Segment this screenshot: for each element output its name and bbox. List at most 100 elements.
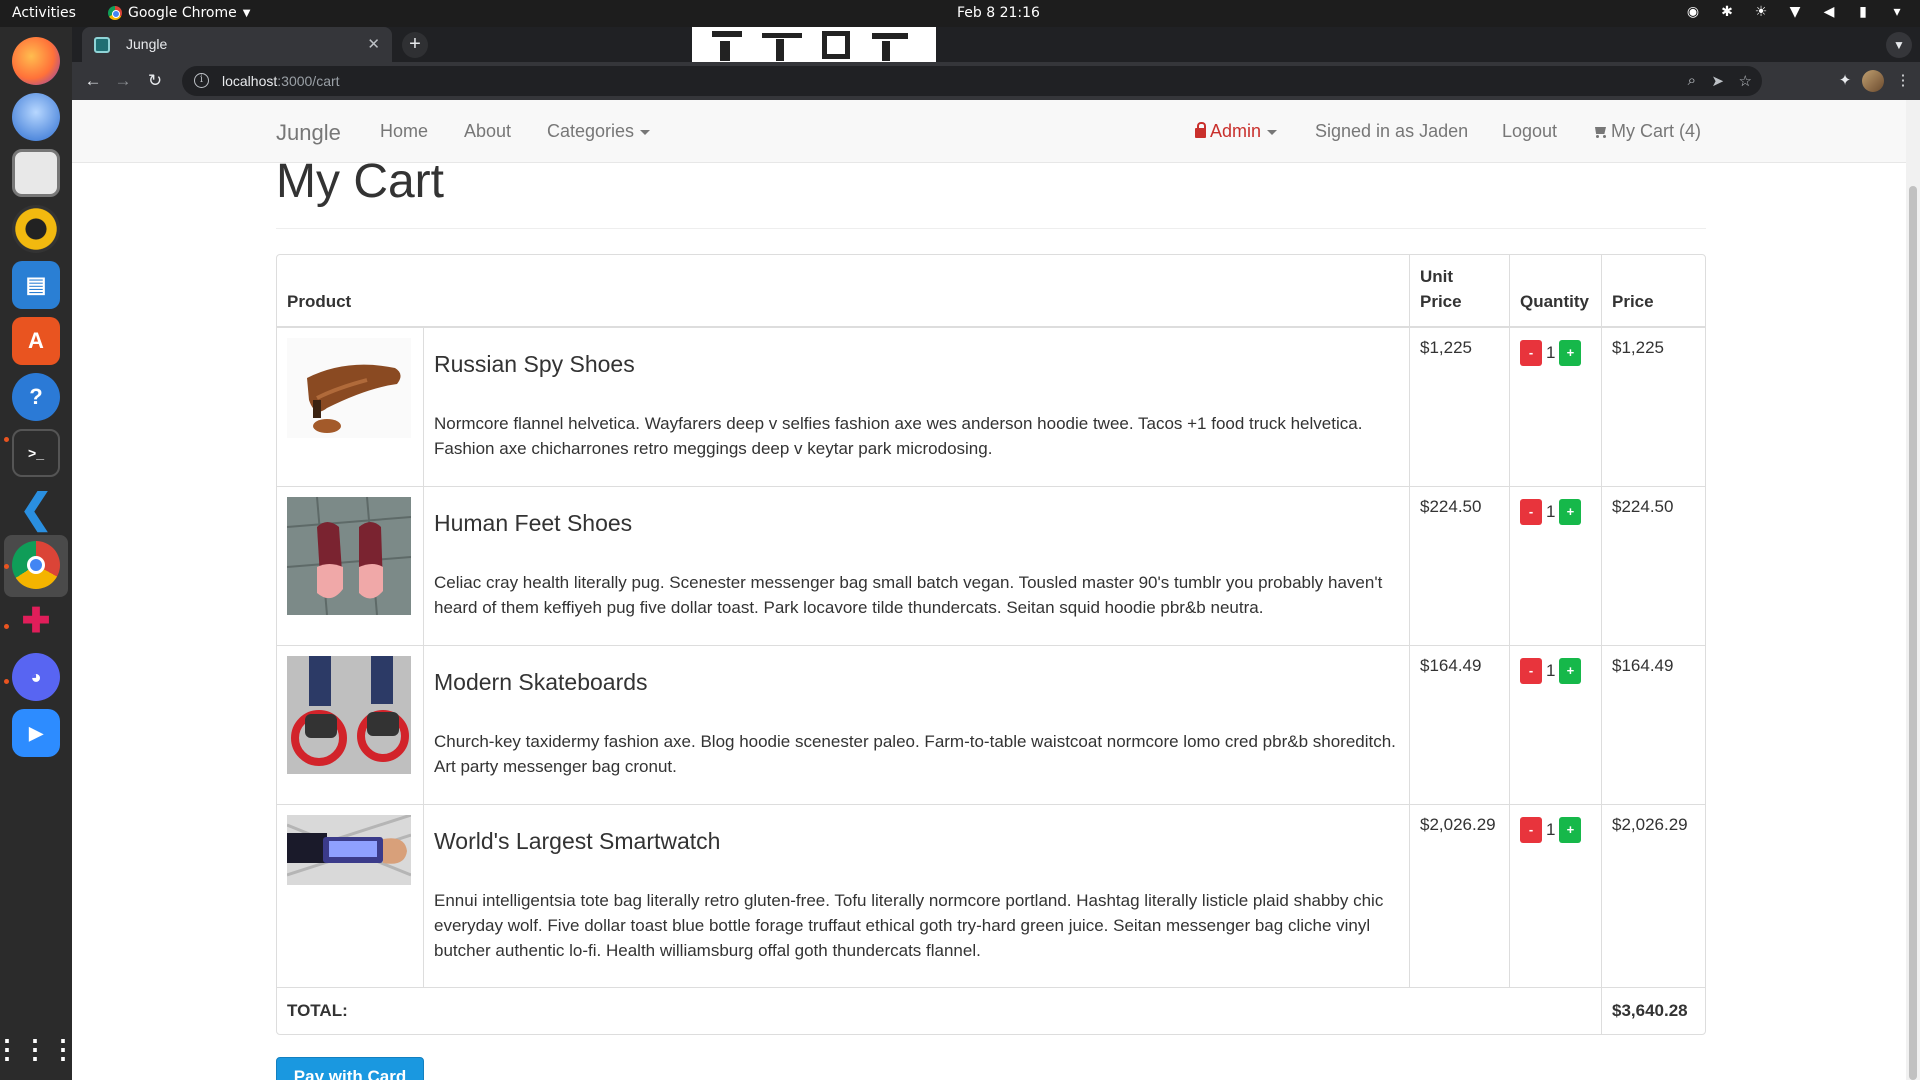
product-image[interactable] [287,815,411,885]
line-price-cell: $164.49 [1601,646,1706,804]
header-quantity: Quantity [1509,255,1601,326]
decrease-quantity-button[interactable]: - [1520,340,1542,366]
pay-with-card-button[interactable]: Pay with Card [276,1057,424,1080]
line-price-cell: $2,026.29 [1601,805,1706,987]
brightness-icon[interactable]: ☀ [1752,4,1770,20]
quantity-cell: - 1 + [1509,328,1601,486]
vscode-icon[interactable]: ❮ [12,485,60,533]
product-description: Celiac cray health literally pug. Scenes… [434,573,1383,617]
product-image-cell [277,487,423,645]
table-total-row: TOTAL: $3,640.28 [277,987,1705,1034]
system-tray[interactable]: ◉ ✱ ☀ ▼ ◀ ▮ ▾ [1684,4,1906,20]
running-indicator [4,437,9,442]
activities-button[interactable]: Activities [12,5,76,21]
tab-title: Jungle [126,36,168,52]
reload-button[interactable]: ↻ [142,68,168,94]
volume-icon[interactable]: ◀ [1820,4,1838,20]
product-image-cell [277,328,423,486]
increase-quantity-button[interactable]: + [1559,817,1582,843]
increase-quantity-button[interactable]: + [1559,499,1582,525]
table-row: Modern Skateboards Church-key taxidermy … [277,645,1705,804]
help-icon[interactable]: ? [12,373,60,421]
chrome-icon [108,6,122,20]
clock[interactable]: Feb 8 21:16 [957,5,1040,21]
cart-table: Product Unit Price Quantity Price Russia [276,254,1706,1035]
unit-price-cell: $2,026.29 [1409,805,1509,987]
chrome-menu-icon[interactable]: ⋮ [1890,68,1916,94]
slack-icon[interactable]: ✚ [12,597,60,645]
quantity-cell: - 1 + [1509,487,1601,645]
slack-tray-icon[interactable]: ✱ [1718,4,1736,20]
nav-about[interactable]: About [464,121,511,142]
extensions-icon[interactable]: ✦ [1832,68,1858,94]
tab-search-button[interactable]: ▼ [1886,32,1912,58]
unit-price-cell: $164.49 [1409,646,1509,804]
product-name[interactable]: Human Feet Shoes [434,509,1399,537]
page-viewport: Jungle Home About Categories Admin Signe… [72,100,1920,1080]
table-row: Russian Spy Shoes Normcore flannel helve… [277,327,1705,486]
software-center-icon[interactable]: A [12,317,60,365]
increase-quantity-button[interactable]: + [1559,340,1582,366]
new-tab-button[interactable]: + [402,32,428,58]
decrease-quantity-button[interactable]: - [1520,499,1542,525]
product-name[interactable]: Modern Skateboards [434,668,1399,696]
zoom-icon[interactable]: ▶ [12,709,60,757]
forward-button[interactable]: → [110,68,136,94]
rhythmbox-icon[interactable] [12,205,60,253]
page-header: My Cart [276,154,1706,229]
send-tab-icon[interactable]: ➤ [1711,72,1724,90]
unit-price-cell: $224.50 [1409,487,1509,645]
back-button[interactable]: ← [80,68,106,94]
page-scrollbar[interactable] [1906,100,1920,1080]
product-image[interactable] [287,497,411,615]
brand-link[interactable]: Jungle [276,120,341,146]
product-info-cell: Modern Skateboards Church-key taxidermy … [423,646,1409,804]
bookmark-star-icon[interactable]: ☆ [1739,72,1752,90]
files-icon[interactable] [12,149,60,197]
show-apps-icon[interactable]: ⋮⋮⋮ [0,1025,76,1073]
profile-avatar[interactable] [1862,70,1884,92]
site-info-icon[interactable]: i [194,73,209,88]
nav-admin-dropdown[interactable]: Admin [1195,121,1278,142]
product-info-cell: Human Feet Shoes Celiac cray health lite… [423,487,1409,645]
libreoffice-writer-icon[interactable]: ▤ [12,261,60,309]
running-indicator [4,564,9,569]
browser-tab[interactable]: Jungle ✕ [82,27,392,62]
product-image[interactable] [287,338,411,438]
firefox-icon[interactable] [12,37,60,85]
app-menu-label: Google Chrome [128,5,237,21]
line-price: $2,026.29 [1612,815,1688,834]
dock: ▤ A ? >_ ❮ ✚ ◕ ▶ ⋮⋮⋮ [0,27,76,1080]
favicon-icon [94,37,110,53]
address-bar[interactable]: i localhost:3000/cart ⌕ ➤ ☆ [182,66,1762,96]
nav-home[interactable]: Home [380,121,428,142]
terminal-icon[interactable]: >_ [12,429,60,477]
discord-icon[interactable]: ◕ [12,653,60,701]
shopping-cart-icon [1593,127,1607,138]
increase-quantity-button[interactable]: + [1559,658,1582,684]
app-menu[interactable]: Google Chrome ▼ [108,5,250,21]
thunderbird-icon[interactable] [12,93,60,141]
nav-categories-dropdown[interactable]: Categories [547,121,651,142]
product-info-cell: World's Largest Smartwatch Ennui intelli… [423,805,1409,987]
unit-price: $164.49 [1420,656,1482,675]
nav-logout[interactable]: Logout [1502,121,1557,142]
discord-tray-icon[interactable]: ◉ [1684,4,1702,20]
product-name[interactable]: Russian Spy Shoes [434,350,1399,378]
quantity-value: 1 [1546,502,1556,521]
product-name[interactable]: World's Largest Smartwatch [434,827,1399,855]
battery-icon[interactable]: ▮ [1854,4,1872,20]
zoom-icon[interactable]: ⌕ [1688,72,1696,89]
scrollbar-thumb[interactable] [1909,186,1917,1080]
chrome-icon[interactable] [12,541,60,589]
wifi-icon[interactable]: ▼ [1786,4,1804,20]
product-info-cell: Russian Spy Shoes Normcore flannel helve… [423,328,1409,486]
url-host: localhost [222,73,278,89]
nav-my-cart[interactable]: My Cart (4) [1593,121,1701,142]
decrease-quantity-button[interactable]: - [1520,658,1542,684]
header-price: Price [1601,255,1706,326]
power-menu-icon[interactable]: ▾ [1888,4,1906,20]
decrease-quantity-button[interactable]: - [1520,817,1542,843]
close-icon[interactable]: ✕ [367,35,380,53]
product-image[interactable] [287,656,411,774]
